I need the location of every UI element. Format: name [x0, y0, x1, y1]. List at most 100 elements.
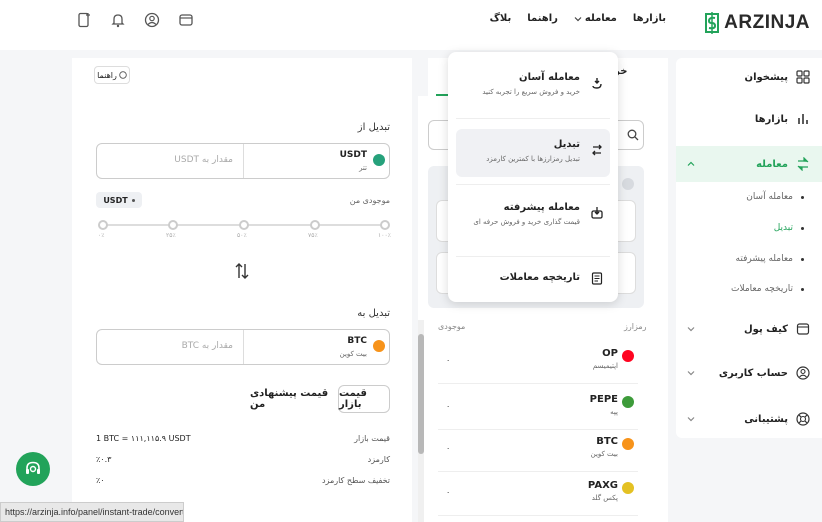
asset-balance: ۰	[446, 444, 451, 453]
to-label: تبدیل به	[357, 308, 390, 319]
bell-icon[interactable]	[110, 12, 126, 28]
nav-markets[interactable]: بازارها	[633, 13, 666, 24]
slider-tick-label: ۵۰٪	[237, 232, 247, 239]
menu-item-desc: خرید و فروش سریع را تجربه کنید	[482, 88, 580, 96]
sidebar-item-label: بازارها	[754, 113, 788, 125]
wallet-icon[interactable]	[178, 12, 194, 28]
support-chat-button[interactable]	[16, 452, 50, 486]
slider-tick-label: ۰٪	[98, 232, 105, 239]
slider-stop[interactable]	[239, 220, 249, 230]
menu-divider	[456, 184, 610, 185]
asset-balance: ۰	[446, 356, 451, 365]
brand-logo[interactable]: ARZINJA	[703, 10, 810, 36]
info-value: ٪۰	[96, 476, 105, 485]
mobile-icon[interactable]	[76, 12, 92, 28]
support-icon	[796, 412, 810, 426]
proposed-price-label: قیمت پیشنهادی من	[250, 388, 329, 410]
nav-blog[interactable]: بلاگ	[490, 13, 512, 24]
from-amount-input[interactable]: مقدار به USDT	[107, 155, 233, 165]
sidebar-item-wallet[interactable]: کیف پول	[676, 314, 822, 344]
table-row[interactable]: PAXG پکس گلد ۰	[438, 472, 638, 516]
amount-slider[interactable]	[98, 220, 390, 230]
menu-item-title: معامله آسان	[519, 72, 580, 83]
btc-coin-icon	[373, 340, 385, 352]
pepe-coin-icon	[622, 396, 634, 408]
chevron-up-icon	[687, 161, 695, 166]
sidebar-item-label: حساب کاربری	[718, 367, 788, 379]
menu-item-desc: تبدیل رمزارزها با کمترین کارمزد	[486, 155, 580, 163]
convert-icon	[592, 144, 602, 156]
user-icon	[796, 366, 810, 380]
asset-balance: ۰	[446, 488, 451, 497]
nav-trade[interactable]: معامله	[574, 13, 617, 24]
table-row[interactable]: BTC بیت کوین ۰	[438, 428, 638, 472]
sidebar-item-label: کیف پول	[744, 323, 788, 335]
proposed-price-button[interactable]: قیمت پیشنهادی من	[250, 385, 330, 413]
balance-unit: USDT	[103, 195, 128, 205]
table-row[interactable]: PEPE پپه ۰	[438, 386, 638, 430]
main-nav: بازارها معامله راهنما بلاگ	[490, 13, 666, 24]
menu-item-title: تبدیل	[553, 139, 580, 150]
slider-stop[interactable]	[98, 220, 108, 230]
chevron-down-icon	[687, 371, 695, 376]
logo-dollar-icon	[705, 12, 720, 34]
sidebar-item-dashboard[interactable]: پیشخوان	[676, 62, 822, 92]
user-icon[interactable]	[144, 12, 160, 28]
asset-name: پپه	[610, 408, 618, 416]
chevron-down-icon	[574, 16, 582, 21]
slider-stop[interactable]	[310, 220, 320, 230]
guide-button[interactable]: راهنما	[94, 66, 130, 84]
sidebar: پیشخوان بازارها معامله معامله آسان تبدیل…	[676, 58, 822, 438]
to-amount-input[interactable]: مقدار به BTC	[107, 341, 233, 351]
info-label: قیمت بازار	[354, 434, 390, 443]
swap-icon[interactable]	[235, 262, 249, 280]
sidebar-sub-trade-history[interactable]: تاریخچه معاملات	[731, 284, 804, 294]
sidebar-sub-advanced-trade[interactable]: معامله پیشرفته	[736, 254, 804, 264]
sidebar-item-trade[interactable]: معامله	[676, 146, 822, 182]
search-icon	[627, 129, 639, 141]
easy-trade-icon	[592, 78, 602, 89]
sidebar-item-markets[interactable]: بازارها	[676, 104, 822, 134]
check-icon[interactable]	[622, 178, 634, 190]
slider-tick-label: ۷۵٪	[308, 232, 318, 239]
menu-item-advanced-trade[interactable]: معامله پیشرفته قیمت گذاری خرید و فروش حر…	[456, 192, 610, 240]
info-label: تخفیف سطح کارمزد	[321, 476, 390, 485]
field-divider	[243, 330, 244, 364]
help-icon	[119, 71, 127, 79]
op-coin-icon	[622, 350, 634, 362]
to-field: BTC بیت کوین مقدار به BTC	[96, 329, 390, 365]
chart-icon	[798, 114, 808, 124]
sidebar-sub-label: تبدیل	[773, 223, 793, 233]
menu-item-convert[interactable]: تبدیل تبدیل رمزارزها با کمترین کارمزد	[456, 129, 610, 177]
from-symbol[interactable]: USDT	[340, 150, 367, 160]
usdt-coin-icon	[373, 154, 385, 166]
sidebar-item-account[interactable]: حساب کاربری	[676, 358, 822, 388]
nav-guide[interactable]: راهنما	[527, 13, 558, 24]
asset-name: پکس گلد	[591, 494, 618, 502]
slider-stop[interactable]	[168, 220, 178, 230]
asset-name: اپتیمیسم	[592, 362, 618, 370]
from-field: USDT تتر مقدار به USDT	[96, 143, 390, 179]
bullet-icon	[131, 198, 135, 202]
menu-item-trade-history[interactable]: تاریخچه معاملات	[456, 258, 610, 298]
btc-coin-icon	[622, 438, 634, 450]
info-value: 1 BTC = ۱۱۱,۱۱۵.۹ USDT	[96, 434, 191, 443]
scrollbar-thumb[interactable]	[418, 334, 424, 454]
market-price-button[interactable]: قیمت بازار	[338, 385, 390, 413]
info-label: کارمزد	[367, 455, 390, 464]
guide-label: راهنما	[97, 70, 117, 80]
table-row[interactable]: OP اپتیمیسم ۰	[438, 340, 638, 384]
sidebar-item-support[interactable]: پشتیبانی	[676, 404, 822, 434]
top-icons	[76, 12, 194, 28]
menu-divider	[456, 118, 610, 119]
sidebar-item-label: معامله	[756, 158, 788, 170]
field-divider	[243, 144, 244, 178]
slider-stop[interactable]	[380, 220, 390, 230]
status-bar-url: https://arzinja.info/panel/instant-trade…	[0, 502, 184, 522]
history-icon	[591, 272, 603, 285]
sidebar-sub-convert[interactable]: تبدیل	[774, 223, 804, 233]
sidebar-sub-easy-trade[interactable]: معامله آسان	[746, 192, 804, 202]
menu-item-easy-trade[interactable]: معامله آسان خرید و فروش سریع را تجربه کن…	[456, 62, 610, 110]
balance-pill: USDT	[96, 192, 142, 208]
to-symbol[interactable]: BTC	[347, 336, 367, 346]
